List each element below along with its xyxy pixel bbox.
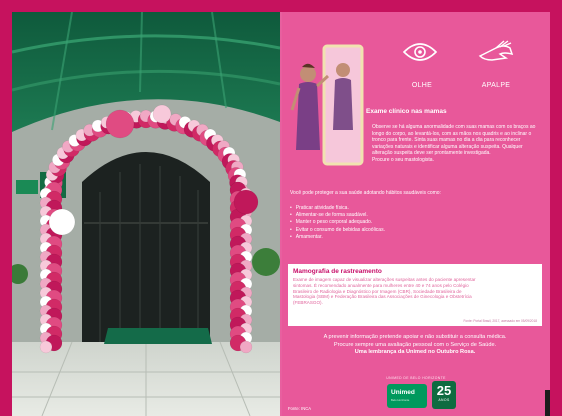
woman-mirror-illustration	[290, 44, 364, 166]
disclaimer-line: A prevenir informação pretende apoiar e …	[323, 334, 507, 340]
unimed-logo-name: Unimed	[391, 389, 415, 396]
habit-item: Praticar atividade física.	[290, 205, 490, 212]
hand-icon	[478, 40, 514, 61]
anniversary-word: ANOS	[438, 398, 450, 402]
mammography-text: Exame de imagem capaz de visualizar alte…	[293, 277, 537, 306]
habit-item: Alimentar-se de forma saudável.	[290, 212, 490, 219]
habit-item: Manter o peso corporal adequado.	[290, 219, 490, 226]
habits-list: Praticar atividade física. Alimentar-se …	[290, 205, 490, 241]
habit-item: Amamentar.	[290, 234, 490, 241]
balloon	[39, 340, 53, 354]
source-note: Fonte: INCA	[288, 406, 312, 411]
exam-line: longo do corpo, ao levantá-los, com as m…	[372, 130, 532, 137]
disclaimer-line: Procure sempre uma avaliação pessoal com…	[333, 341, 497, 348]
protect-intro: Você pode proteger a sua saúde adotando …	[290, 190, 441, 196]
balloon	[233, 189, 259, 215]
entrance-photo: 25 ANOS	[12, 12, 280, 416]
unimed-logo: Unimed Belo Horizonte	[387, 384, 427, 408]
page-frame: 25 ANOS	[12, 12, 550, 416]
anniversary-logo: 25 ANOS	[432, 381, 456, 409]
eye-icon	[402, 43, 438, 61]
balloon	[105, 109, 135, 139]
exam-line: alteração suspeita deve ser prontamente …	[372, 150, 491, 157]
balloon-arch-photo: 25 ANOS	[12, 12, 280, 416]
logo-caption: UNIMED DE BELO HORIZONTE	[386, 376, 446, 380]
balloon	[239, 340, 253, 354]
balloon	[48, 208, 76, 236]
habit-item: Evitar o consumo de bebidas alcoólicas.	[290, 227, 490, 234]
exam-title: Exame clínico nas mamas	[366, 108, 447, 115]
disclaimer-line: Uma lembrança da Unimed no Outubro Rosa.	[354, 349, 476, 356]
unimed-logo-sub: Belo Horizonte	[391, 398, 410, 402]
exam-line: Observe se há alguma anormalidade com su…	[372, 124, 536, 130]
mammography-title: Mamografia de rastreamento	[293, 268, 382, 275]
look-label: OLHE	[411, 82, 433, 89]
balloon	[152, 104, 172, 124]
mammography-line: (FEBRASGO).	[293, 300, 323, 306]
exam-line: Procure o seu mastologista.	[372, 156, 434, 163]
exam-description: Observe se há alguma anormalidade com su…	[372, 124, 544, 164]
palpate-label: APALPE	[481, 82, 511, 89]
breast-exam-poster: OLHE APALPE Exame clínico nas mamas Obse…	[282, 12, 550, 416]
anniversary-number: 25	[436, 383, 452, 398]
door-mat	[104, 328, 212, 344]
disclaimer: A prevenir informação pretende apoiar e …	[288, 334, 542, 357]
mammography-source: Fonte: Portal Brasil, 2017, acessado em …	[463, 319, 537, 323]
corner-strip	[545, 390, 550, 416]
exam-line: variações naturais e identificar alguma …	[372, 143, 523, 150]
exam-line: tronco para frente. Sinta suas mamas no …	[372, 137, 521, 144]
mammography-box: Mamografia de rastreamento Exame de imag…	[288, 264, 542, 326]
